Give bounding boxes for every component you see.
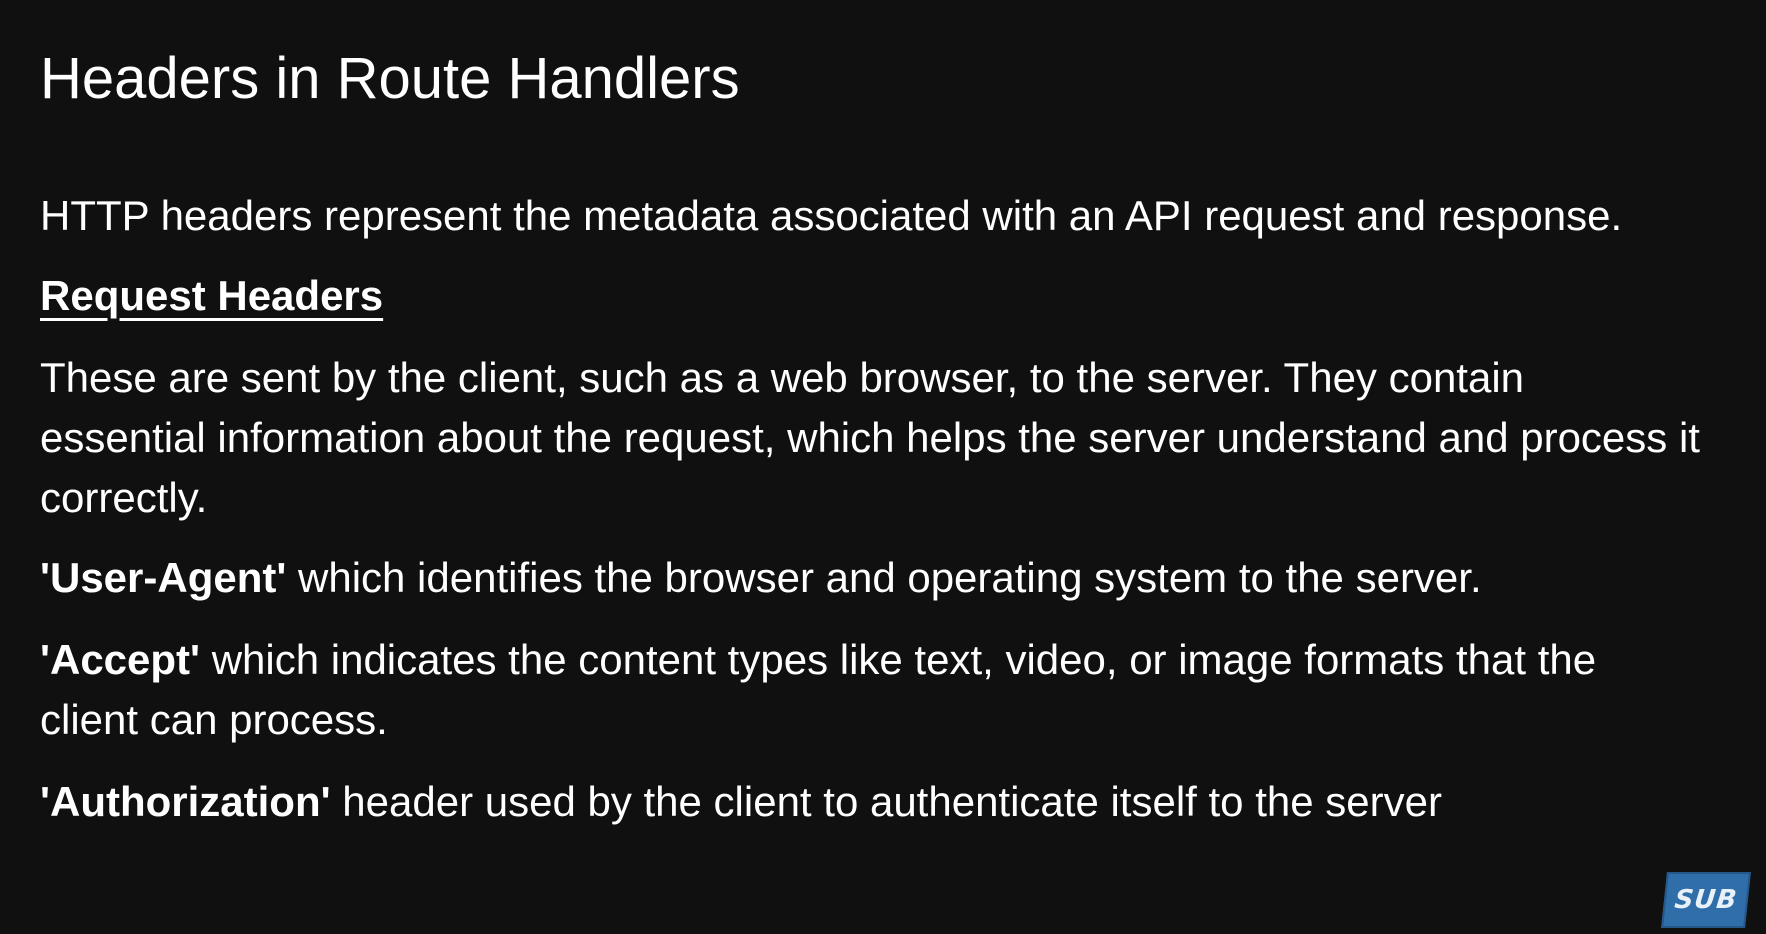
- header-name-authorization: 'Authorization': [40, 778, 331, 825]
- intro-paragraph: HTTP headers represent the metadata asso…: [40, 192, 1623, 239]
- header-name-user-agent: 'User-Agent': [40, 554, 287, 601]
- request-headers-heading: Request Headers: [40, 272, 384, 319]
- sub-badge-label: SUB: [1673, 885, 1739, 915]
- slide: Headers in Route Handlers HTTP headers r…: [0, 0, 1766, 934]
- header-desc-user-agent: which identifies the browser and operati…: [286, 554, 1482, 601]
- header-desc-accept: which indicates the content types like t…: [40, 636, 1597, 743]
- header-desc-authorization: header used by the client to authenticat…: [330, 778, 1442, 825]
- header-item-user-agent: 'User-Agent' which identifies the browse…: [40, 548, 1700, 608]
- header-name-accept: 'Accept': [40, 636, 201, 683]
- description-paragraph: These are sent by the client, such as a …: [40, 354, 1700, 521]
- slide-content: HTTP headers represent the metadata asso…: [40, 186, 1700, 854]
- header-item-authorization: 'Authorization' header used by the clien…: [40, 772, 1700, 832]
- slide-title: Headers in Route Handlers: [40, 46, 740, 111]
- sub-badge-icon[interactable]: SUB: [1661, 872, 1751, 928]
- header-item-accept: 'Accept' which indicates the content typ…: [40, 630, 1700, 750]
